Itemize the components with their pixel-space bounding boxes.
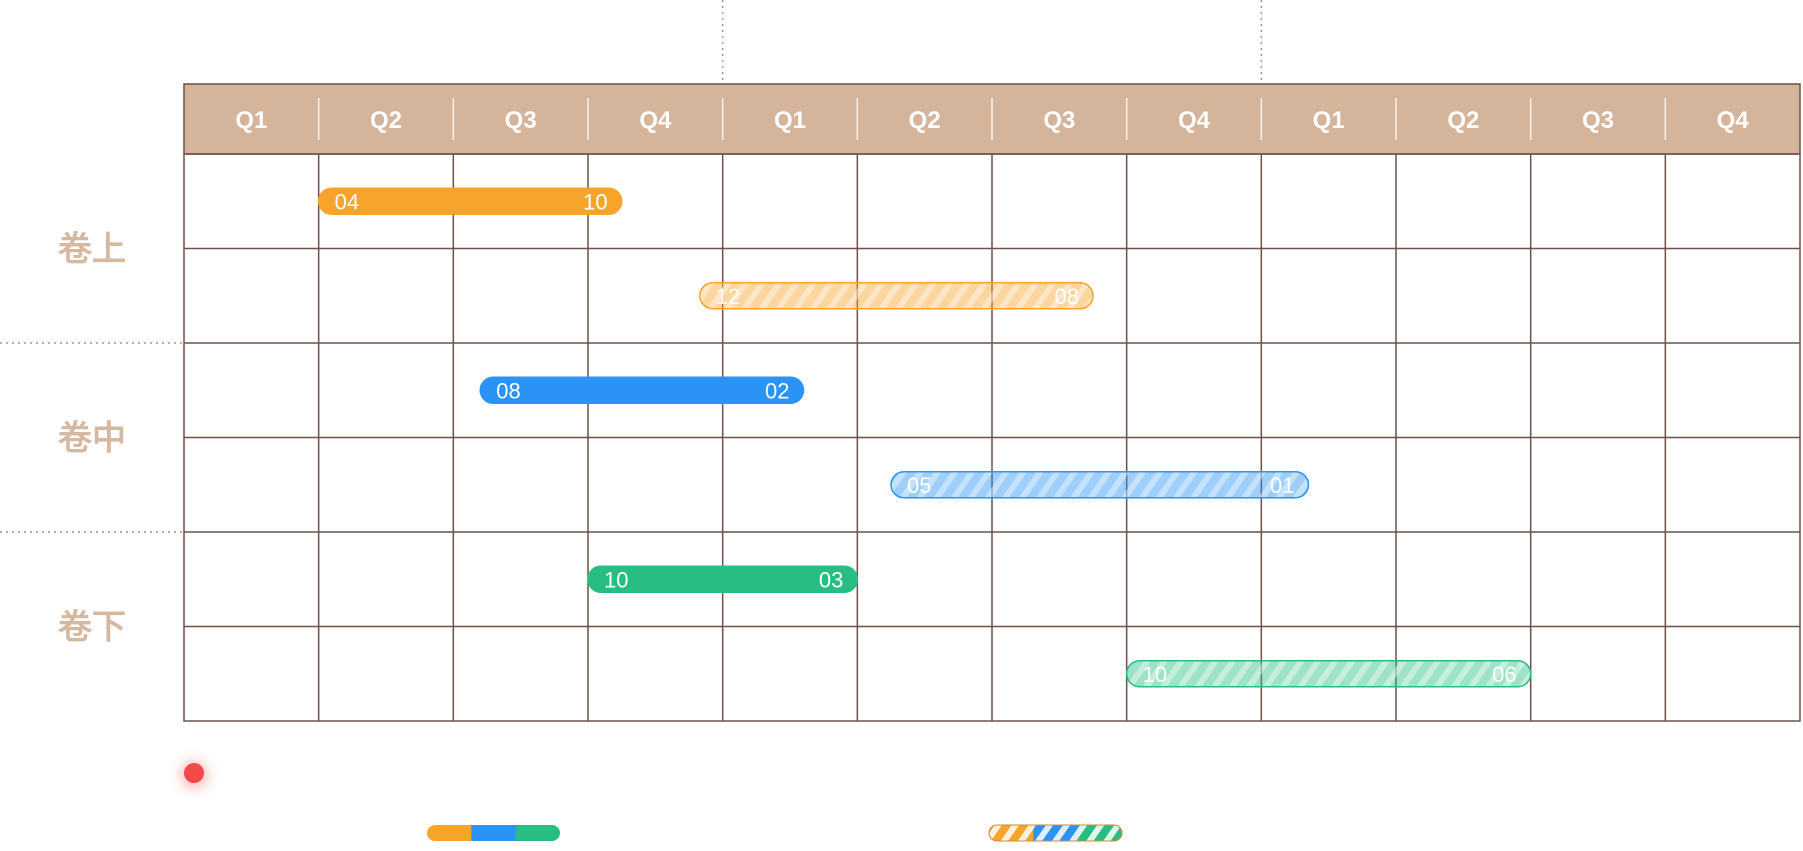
legend-segment bbox=[471, 825, 517, 841]
bar-shape bbox=[479, 376, 805, 404]
bar-end-label: 01 bbox=[1270, 473, 1294, 498]
bar-start-label: 12 bbox=[716, 284, 740, 309]
bar-end-label: 02 bbox=[765, 378, 789, 403]
bar-end-label: 10 bbox=[583, 189, 607, 214]
legend-segment bbox=[1033, 825, 1079, 841]
volume-label: 卷上 bbox=[58, 230, 126, 270]
quarter-label: Q3 bbox=[505, 107, 537, 134]
volume-label: 卷下 bbox=[58, 608, 126, 648]
volume-labels: 卷上卷中卷下 bbox=[58, 230, 126, 648]
quarter-label: Q2 bbox=[909, 107, 941, 134]
volume-label: 卷中 bbox=[58, 419, 126, 459]
legend-striped bbox=[988, 824, 1123, 842]
legend-area bbox=[180, 761, 1123, 842]
legend-solid bbox=[427, 825, 560, 841]
quarter-label: Q2 bbox=[370, 107, 402, 134]
guide-lines bbox=[0, 0, 1263, 533]
bar-shape bbox=[890, 471, 1310, 499]
quarter-label: Q2 bbox=[1447, 107, 1479, 134]
quarter-label: Q4 bbox=[639, 107, 672, 134]
bar-start-label: 10 bbox=[1143, 662, 1167, 687]
bar-start-label: 05 bbox=[907, 473, 931, 498]
bar-start-label: 08 bbox=[496, 378, 520, 403]
bar-end-label: 08 bbox=[1055, 284, 1079, 309]
bar-end-label: 06 bbox=[1492, 662, 1516, 687]
quarter-label: Q1 bbox=[1313, 107, 1345, 134]
bar-shape bbox=[1125, 660, 1532, 688]
bar-start-label: 10 bbox=[604, 567, 628, 592]
legend-segment bbox=[427, 825, 472, 841]
bar-shape bbox=[317, 187, 623, 215]
quarter-label: Q4 bbox=[1178, 107, 1211, 134]
quarter-label: Q4 bbox=[1717, 107, 1750, 134]
legend-segment bbox=[515, 825, 560, 841]
timeline-bar-4: 05 01 bbox=[890, 471, 1310, 499]
timeline-bar-2: 12 08 bbox=[699, 282, 1094, 310]
quarter-header: Q1 Q2 Q3 Q4 Q1 Q2 Q3 Q4 Q1 Q2 Q3 Q4 bbox=[183, 83, 1801, 155]
timeline-bar-1: 04 10 bbox=[317, 187, 623, 215]
quarter-label: Q3 bbox=[1043, 107, 1075, 134]
bar-start-label: 04 bbox=[335, 189, 359, 214]
legend-segment bbox=[1077, 825, 1122, 841]
timeline-bar-3: 08 02 bbox=[479, 376, 805, 404]
timeline-bar-5: 10 03 bbox=[587, 565, 859, 593]
quarter-label: Q1 bbox=[235, 107, 267, 134]
marker-dot bbox=[184, 763, 204, 783]
timeline-bar-6: 10 06 bbox=[1125, 660, 1532, 688]
legend-segment bbox=[989, 825, 1034, 841]
bar-shape bbox=[699, 282, 1094, 310]
gantt-chart: Q1 Q2 Q3 Q4 Q1 Q2 Q3 Q4 Q1 Q2 Q3 Q4 卷上卷中卷下 04 10 12 08… bbox=[0, 0, 1801, 842]
quarter-label: Q1 bbox=[774, 107, 806, 134]
grid bbox=[183, 153, 1801, 722]
bar-end-label: 03 bbox=[819, 567, 843, 592]
quarter-label: Q3 bbox=[1582, 107, 1614, 134]
